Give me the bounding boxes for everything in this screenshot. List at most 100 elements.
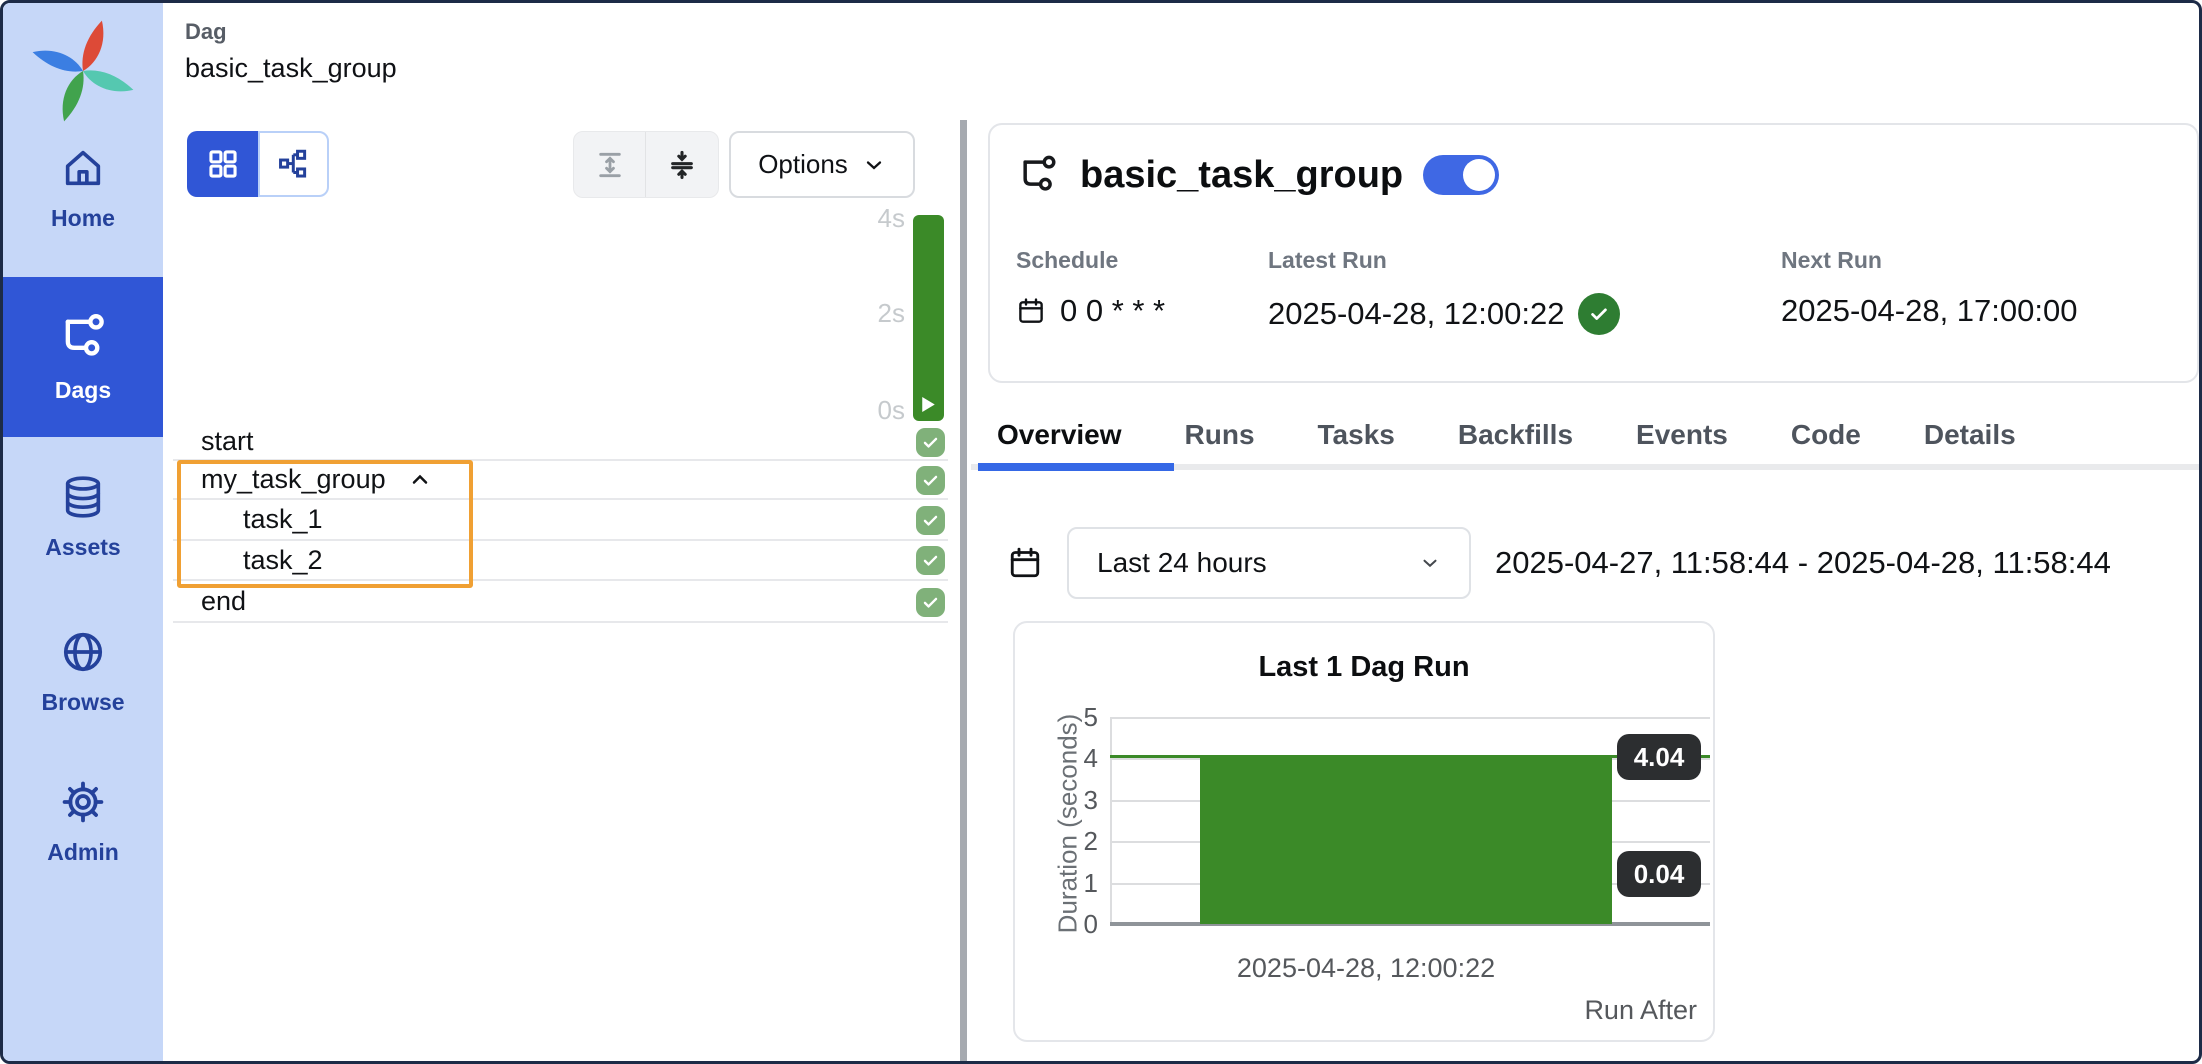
active-tab-indicator [978,463,1174,471]
dag-tabs: Overview Runs Tasks Backfills Events Cod… [997,419,2016,451]
calendar-icon [1007,545,1043,581]
duration-axis-0s: 0s [815,395,905,426]
breadcrumb: Dag [185,19,227,45]
total-duration-value-chip: 4.04 [1617,734,1701,780]
tab-tasks[interactable]: Tasks [1318,419,1395,451]
task-row-end[interactable]: end [173,581,948,623]
dag-detail-pane: basic_task_group Schedule Latest Run Nex… [967,3,2202,1061]
task-row-start[interactable]: start [173,423,948,461]
task-name: task_2 [173,545,323,576]
dag-icon [1016,153,1060,197]
duration-axis-4s: 4s [815,203,905,234]
dag-grid-pane: Dag basic_task_group [163,3,960,1061]
pane-resize-divider[interactable] [960,120,967,1064]
task-group-name: my_task_group [173,464,386,495]
graph-view-button[interactable] [258,131,329,197]
airflow-dag-page: Home Dags Assets Browse [0,0,2202,1064]
toggle-knob [1463,159,1495,191]
run-success-badge [1578,293,1620,335]
tab-backfills[interactable]: Backfills [1458,419,1573,451]
collapse-vertical-icon [666,149,698,181]
queued-duration-value-chip: 0.04 [1617,851,1701,897]
next-run-label: Next Run [1781,247,1882,274]
view-mode-toggle [187,131,329,197]
sidebar-item-browse[interactable]: Browse [3,597,163,747]
calendar-icon [1016,296,1046,326]
task-state-success-icon[interactable] [916,546,945,575]
y-tick: 1 [1048,868,1098,899]
dag-icon [57,311,109,363]
chart-x-tick-label: 2025-04-28, 12:00:22 [1110,953,1622,984]
task-row-task-1[interactable]: task_1 [173,500,948,541]
task-row-task-2[interactable]: task_2 [173,541,948,581]
options-label: Options [758,149,848,180]
chart-title: Last 1 Dag Run [1015,651,1713,684]
task-name: task_1 [173,504,323,535]
chevron-down-icon [862,153,886,177]
time-range-selected: Last 24 hours [1097,547,1267,579]
y-tick: 3 [1048,785,1098,816]
dag-run-duration-bar[interactable] [913,215,944,421]
sidebar-item-assets[interactable]: Assets [3,437,163,597]
task-state-success-icon[interactable] [916,466,945,495]
schedule-label: Schedule [1016,247,1118,274]
task-state-success-icon[interactable] [916,588,945,617]
expand-all-groups-button[interactable] [574,132,646,197]
expand-vertical-icon [594,149,626,181]
collapse-all-groups-button[interactable] [646,132,718,197]
sidebar-nav: Home Dags Assets Browse [3,3,163,1061]
y-tick: 4 [1048,743,1098,774]
sidebar-item-home[interactable]: Home [3,123,163,253]
y-tick: 5 [1048,702,1098,733]
tab-runs[interactable]: Runs [1185,419,1255,451]
schedule-value-row: 0 0 * * * [1016,293,1165,329]
sidebar-item-label: Browse [41,689,124,716]
task-state-success-icon[interactable] [916,428,945,457]
tab-overview[interactable]: Overview [997,419,1122,451]
group-expand-controls [573,131,719,198]
time-range-select[interactable]: Last 24 hours [1067,527,1471,599]
tab-code[interactable]: Code [1791,419,1861,451]
dag-id-breadcrumb: basic_task_group [185,53,397,84]
dag-title: basic_task_group [1080,154,1403,197]
chart-legend: Run After [1584,995,1697,1026]
y-axis-spine [1110,717,1112,924]
tab-details[interactable]: Details [1924,419,2016,451]
schedule-value: 0 0 * * * [1060,293,1165,329]
time-filter-row: Last 24 hours 2025-04-27, 11:58:44 - 202… [1007,527,2111,599]
sidebar-item-label: Admin [47,839,119,866]
gridline [1110,717,1710,719]
task-state-success-icon[interactable] [916,506,945,535]
database-icon [60,474,106,520]
chevron-up-icon [408,468,432,492]
task-name: start [173,426,254,457]
next-run-value-row: 2025-04-28, 17:00:00 [1781,293,2077,329]
latest-run-label: Latest Run [1268,247,1387,274]
sidebar-item-label: Assets [45,534,120,561]
graph-icon [277,147,311,181]
dag-header-card: basic_task_group Schedule Latest Run Nex… [988,123,2199,383]
tab-events[interactable]: Events [1636,419,1728,451]
gear-icon [60,779,106,825]
y-tick: 0 [1048,909,1098,940]
dag-pause-toggle[interactable] [1423,155,1499,195]
task-row-my-task-group[interactable]: my_task_group [173,461,948,500]
next-run-value: 2025-04-28, 17:00:00 [1781,293,2077,329]
sidebar-item-label: Dags [55,377,111,404]
home-icon [60,145,106,191]
sidebar-item-admin[interactable]: Admin [3,747,163,897]
latest-run-value[interactable]: 2025-04-28, 12:00:22 [1268,296,1564,332]
duration-axis-2s: 2s [815,298,905,329]
options-dropdown-button[interactable]: Options [729,131,915,198]
play-icon [922,397,935,412]
sidebar-item-label: Home [51,205,115,232]
airflow-logo[interactable] [25,13,141,129]
dag-run-bar[interactable] [1200,757,1612,924]
collapse-group-caret[interactable] [408,468,432,492]
last-dag-run-chart-card: Last 1 Dag Run Duration (seconds) 5 4 3 … [1013,621,1715,1042]
grid-view-button[interactable] [187,131,258,197]
task-name: end [173,586,246,617]
sidebar-item-dags[interactable]: Dags [3,277,163,437]
y-tick: 2 [1048,826,1098,857]
latest-run-value-row: 2025-04-28, 12:00:22 [1268,293,1620,335]
